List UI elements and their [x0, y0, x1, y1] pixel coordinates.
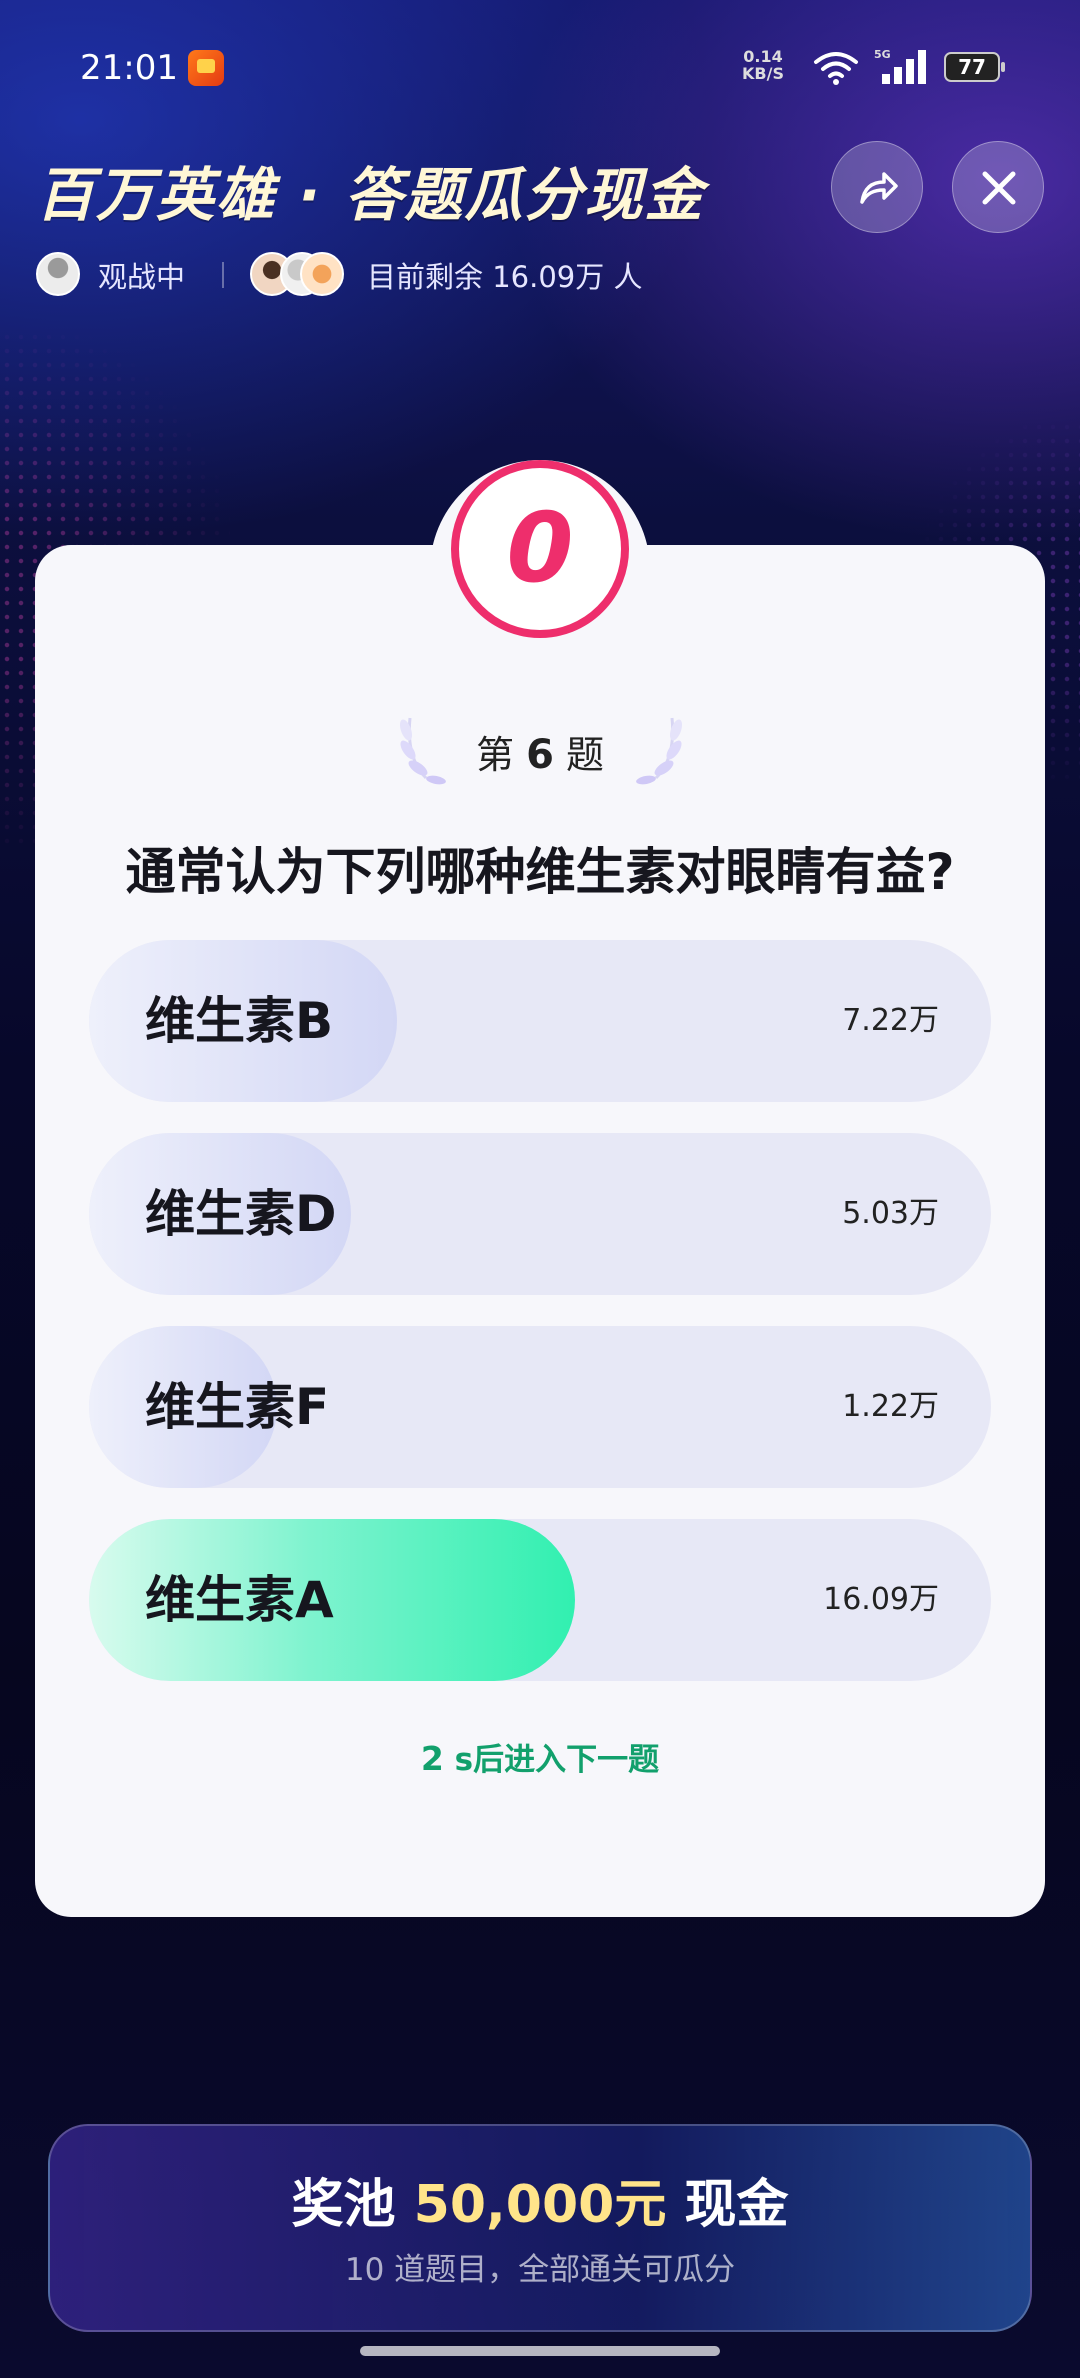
countdown-timer: 0	[451, 460, 629, 638]
option-vote-count: 1.22万	[842, 1389, 939, 1424]
status-time: 21:01	[80, 48, 178, 88]
remaining-prefix: 目前剩余	[367, 260, 484, 294]
wifi-icon	[812, 50, 860, 90]
answer-option[interactable]: 维生素F 1.22万	[89, 1326, 991, 1488]
question-number-prefix: 第	[475, 733, 514, 777]
option-vote-count: 7.22万	[842, 1003, 939, 1038]
question-text: 通常认为下列哪种维生素对眼睛有益?	[125, 843, 955, 901]
cell-signal-icon: 5G	[872, 46, 934, 90]
page-title: 百万英雄 · 答题瓜分现金	[36, 161, 705, 229]
avatar[interactable]	[36, 252, 80, 296]
answer-option-correct[interactable]: 维生素A 16.09万	[89, 1519, 991, 1681]
option-vote-count: 16.09万	[823, 1582, 939, 1617]
option-label: 维生素F	[145, 1378, 330, 1436]
option-label: 维生素B	[145, 992, 334, 1050]
question-number: 第 6 题	[0, 724, 1080, 779]
next-seconds: 2	[420, 1739, 444, 1778]
prize-pool-title: 奖池 50,000元 现金	[0, 2162, 1080, 2237]
share-icon	[860, 172, 898, 204]
network-speed: 0.14 KB/S	[742, 48, 784, 82]
prize-pool-subtitle: 10 道题目，全部通关可瓜分	[344, 2252, 736, 2288]
question-number-suffix: 题	[566, 733, 605, 777]
share-button[interactable]	[831, 141, 923, 233]
home-indicator[interactable]	[360, 2346, 720, 2356]
divider	[222, 262, 224, 288]
remaining-count: 16.09万	[492, 260, 605, 294]
option-label: 维生素A	[145, 1571, 334, 1629]
participant-avatar	[300, 252, 344, 296]
option-label: 维生素D	[145, 1185, 337, 1243]
answer-option[interactable]: 维生素D 5.03万	[89, 1133, 991, 1295]
signal-label: 5G	[874, 48, 891, 61]
question-number-value: 6	[526, 732, 554, 778]
close-icon	[982, 171, 1016, 205]
remaining-players: 目前剩余 16.09万 人	[367, 254, 643, 296]
next-question-timer: 2 s后进入下一题	[0, 1734, 1080, 1779]
network-speed-value: 0.14	[743, 47, 783, 66]
prize-pool-suffix: 现金	[684, 2175, 789, 2235]
answer-option[interactable]: 维生素B 7.22万	[89, 940, 991, 1102]
remaining-suffix: 人	[613, 260, 643, 294]
next-text: s后进入下一题	[454, 1742, 660, 1778]
status-bar: 21:01 0.14 KB/S 5G 77	[0, 44, 1080, 94]
network-speed-unit: KB/S	[742, 64, 784, 83]
countdown-value: 0	[506, 492, 574, 604]
app-notification-icon	[188, 50, 224, 86]
prize-pool-amount: 50,000元	[413, 2175, 667, 2235]
prize-pool-prefix: 奖池	[291, 2175, 396, 2235]
watching-label: 观战中	[98, 260, 186, 294]
close-button[interactable]	[952, 141, 1044, 233]
option-vote-count: 5.03万	[842, 1196, 939, 1231]
battery-indicator: 77	[944, 52, 1005, 82]
